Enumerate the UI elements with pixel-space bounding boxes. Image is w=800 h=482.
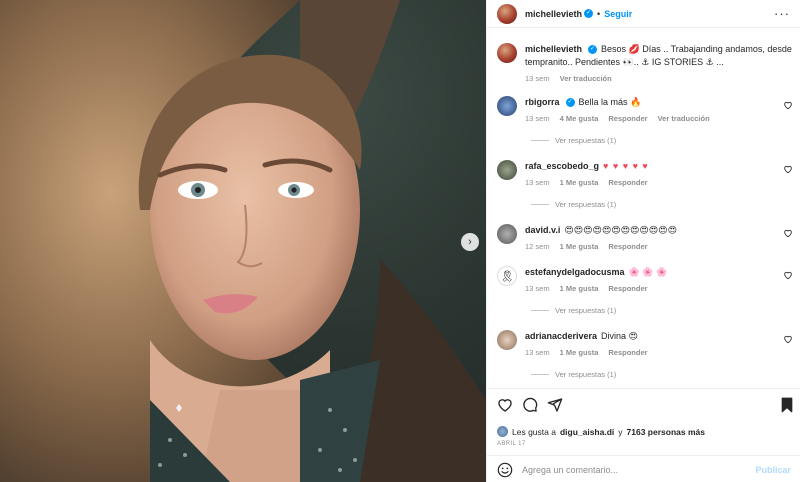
caption-username[interactable]: michellevieth — [525, 44, 582, 54]
comment-username[interactable]: rafa_escobedo_g — [525, 161, 599, 171]
reply-button[interactable]: Responder — [608, 242, 647, 251]
view-replies-button[interactable]: Ver respuestas (1) — [531, 306, 616, 315]
comment-avatar[interactable] — [497, 160, 517, 180]
liker-username[interactable]: digu_aisha.di — [560, 427, 614, 437]
view-replies-button[interactable]: Ver respuestas (1) — [531, 370, 616, 379]
comment-time[interactable]: 12 sem — [525, 242, 550, 251]
comment-likes[interactable]: 4 Me gusta — [560, 114, 599, 123]
like-comment-heart-icon[interactable] — [783, 270, 793, 280]
black-ribbon-avatar[interactable]: 🎗 — [497, 266, 517, 286]
separator-dot: • — [597, 8, 601, 19]
reply-button[interactable]: Responder — [608, 114, 647, 123]
reply-button[interactable]: Responder — [608, 284, 647, 293]
share-plane-icon[interactable] — [547, 397, 563, 413]
post-date[interactable]: ABRIL 17 — [497, 441, 526, 447]
verified-icon: ✓ — [584, 9, 594, 18]
comment-username[interactable]: estefanydelgadocusma — [525, 267, 625, 277]
comment-bubble-icon[interactable] — [522, 397, 538, 413]
comment-time[interactable]: 13 sem — [525, 178, 550, 187]
comment-composer: Publicar — [487, 455, 800, 482]
comment-username[interactable]: rbigorra — [525, 97, 560, 107]
likes-summary: Les gusta a digu_aisha.di y 7163 persona… — [497, 426, 705, 437]
view-replies-button[interactable]: Ver respuestas (1) — [531, 200, 616, 209]
comment-item: rbigorra ✓ Bella la más 🔥 13 sem 4 Me gust… — [497, 96, 793, 123]
reply-button[interactable]: Responder — [608, 178, 647, 187]
likes-joiner: y — [618, 426, 623, 437]
comment-username[interactable]: david.v.i — [525, 225, 560, 235]
like-comment-heart-icon[interactable] — [783, 334, 793, 344]
verified-icon: ✓ — [565, 98, 575, 108]
comment-time[interactable]: 13 sem — [525, 114, 550, 123]
comment-likes[interactable]: 1 Me gusta — [560, 178, 599, 187]
publish-button[interactable]: Publicar — [755, 465, 791, 475]
follow-button[interactable]: Seguir — [604, 9, 632, 19]
comment-text: ♥ ♥ ♥ ♥ ♥ — [603, 161, 649, 171]
comment-text: Bella la más 🔥 — [578, 97, 642, 107]
author-username[interactable]: michellevieth — [525, 9, 582, 19]
liker-avatar[interactable] — [497, 426, 508, 437]
comment-text: Divina 😍 — [601, 331, 638, 341]
comment-item: 🎗 estefanydelgadocusma 🌸 🌸 🌸 13 sem 1 Me … — [497, 266, 793, 293]
translate-button[interactable]: Ver traducción — [658, 114, 710, 123]
next-photo-button[interactable]: › — [461, 233, 479, 251]
comment-avatar[interactable] — [497, 330, 517, 350]
comment-item: adrianacderivera Divina 😍 13 sem 1 Me gus… — [497, 330, 793, 357]
save-bookmark-icon[interactable] — [779, 397, 795, 413]
comment-input[interactable] — [522, 464, 756, 475]
view-replies-button[interactable]: Ver respuestas (1) — [531, 136, 616, 145]
post-photo: › — [0, 0, 486, 482]
comment-username[interactable]: adrianacderivera — [525, 331, 597, 341]
caption-time[interactable]: 13 sem — [525, 74, 550, 83]
caption-avatar[interactable] — [497, 43, 517, 63]
comment-likes[interactable]: 1 Me gusta — [560, 348, 599, 357]
caption-translate-button[interactable]: Ver traducción — [560, 74, 612, 83]
caption: michellevieth ✓ Besos 💋 Días .. Trabajandi… — [497, 43, 793, 83]
comment-likes[interactable]: 1 Me gusta — [560, 284, 599, 293]
verified-icon: ✓ — [588, 45, 598, 55]
reply-button[interactable]: Responder — [608, 348, 647, 357]
comment-item: rafa_escobedo_g ♥ ♥ ♥ ♥ ♥ 13 sem 1 Me gus… — [497, 160, 793, 187]
comment-time[interactable]: 13 sem — [525, 284, 550, 293]
comment-text: 😍😍😍😍😍😍😍😍😍😍😍😍 — [564, 225, 677, 235]
likes-prefix: Les gusta a — [512, 426, 556, 437]
like-comment-heart-icon[interactable] — [783, 164, 793, 174]
comment-avatar[interactable] — [497, 96, 517, 116]
like-comment-heart-icon[interactable] — [783, 100, 793, 110]
caption-meta: 13 sem Ver traducción — [525, 74, 793, 83]
comment-item: david.v.i 😍😍😍😍😍😍😍😍😍😍😍😍 12 sem 1 Me gusta … — [497, 224, 793, 251]
emoji-smile-icon[interactable] — [497, 462, 513, 478]
comment-text: 🌸 🌸 🌸 — [628, 267, 668, 277]
post-panel: michellevieth ✓ • Seguir ··· michellevie… — [486, 0, 800, 482]
author-avatar[interactable] — [497, 3, 517, 24]
like-heart-icon[interactable] — [497, 397, 513, 413]
post-actions: Les gusta a digu_aisha.di y 7163 persona… — [487, 388, 800, 482]
comments-list[interactable]: michellevieth ✓ Besos 💋 Días .. Trabajandi… — [487, 38, 800, 388]
likes-count-link[interactable]: 7163 personas más — [627, 427, 705, 437]
comment-avatar[interactable] — [497, 224, 517, 244]
selfie-illustration — [0, 0, 486, 482]
comment-likes[interactable]: 1 Me gusta — [560, 242, 599, 251]
caption-line: michellevieth ✓ Besos 💋 Días .. Trabajandi… — [525, 43, 793, 69]
comment-time[interactable]: 13 sem — [525, 348, 550, 357]
post-header: michellevieth ✓ • Seguir ··· — [487, 0, 800, 28]
more-options-icon[interactable]: ··· — [774, 6, 790, 21]
like-comment-heart-icon[interactable] — [783, 228, 793, 238]
